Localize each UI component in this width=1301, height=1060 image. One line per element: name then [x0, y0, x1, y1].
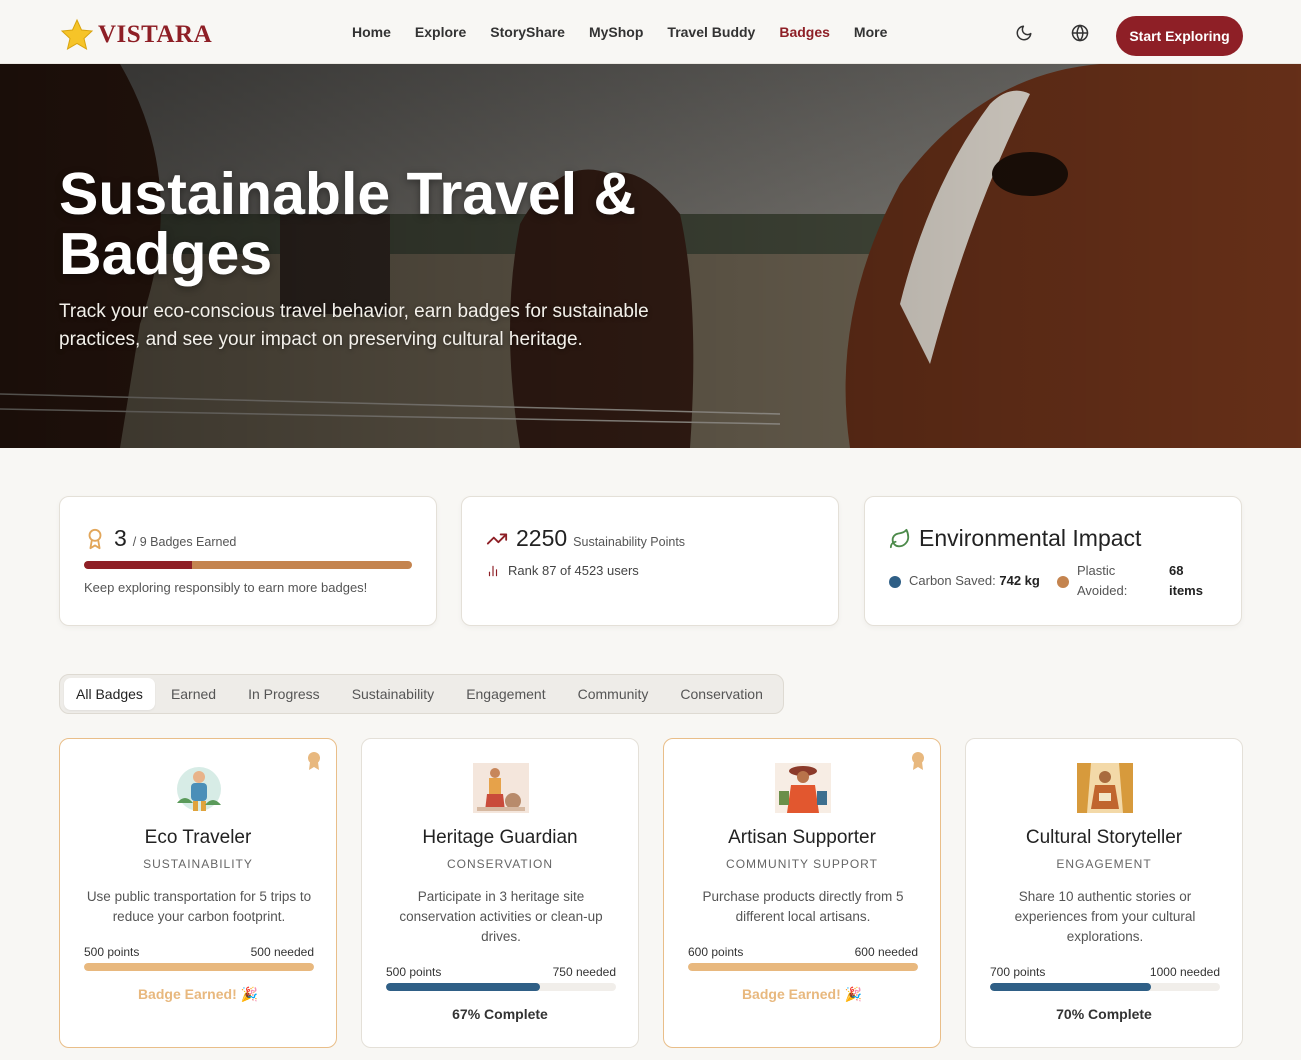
badge-progress-bar [688, 963, 918, 971]
badge-earned-label: Badge Earned! 🎉 [137, 986, 259, 1002]
badge-points: 600 points [688, 945, 744, 959]
badge-progress-bar [386, 983, 616, 991]
badge-card-cultural-storyteller[interactable]: Cultural Storyteller ENGAGEMENT Share 10… [965, 738, 1243, 1048]
carbon-value: 742 kg [999, 573, 1040, 588]
plastic-label-line2: Avoided: [1077, 583, 1128, 598]
badges-total-label: / 9 Badges Earned [132, 535, 237, 549]
impact-title: Environmental Impact [919, 525, 1142, 551]
badges-earned-card: 3 / 9 Badges Earned Keep exploring respo… [59, 496, 437, 626]
sustainability-points-card: 2250 Sustainability Points Rank 87 of 45… [461, 496, 839, 626]
hero-subtitle: Track your eco-conscious travel behavior… [59, 301, 649, 350]
award-icon [88, 528, 102, 549]
artisan-supporter-illustration [775, 763, 831, 813]
badge-points: 500 points [84, 945, 140, 959]
plastic-value-line2: items [1169, 583, 1203, 598]
badge-needed: 600 needed [854, 945, 918, 959]
eco-traveler-illustration [177, 767, 221, 811]
badge-progress-fill [84, 963, 314, 971]
badge-description: Use public transportation for 5 trips to… [86, 889, 312, 924]
points-value: 2250 [516, 525, 568, 551]
nav-link-storyshare[interactable]: StoryShare [478, 24, 577, 40]
earned-ribbon-icon [308, 752, 320, 770]
leaf-icon [889, 528, 910, 548]
carbon-dot [889, 576, 901, 588]
badge-description: Participate in 3 heritage site conservat… [399, 889, 603, 944]
badge-complete-label: 67% Complete [452, 1006, 548, 1022]
badges-note: Keep exploring responsibly to earn more … [84, 580, 368, 595]
globe-icon[interactable] [1071, 24, 1089, 42]
badge-card-eco-traveler[interactable]: Eco Traveler SUSTAINABILITY Use public t… [59, 738, 337, 1048]
badge-progress-fill [990, 983, 1151, 991]
carbon-label: Carbon Saved: [909, 573, 996, 588]
badge-progress-bar [990, 983, 1220, 991]
nav-link-myshop[interactable]: MyShop [577, 24, 655, 40]
plastic-label: Plastic Avoided: [1077, 561, 1127, 601]
carbon-saved: Carbon Saved: 742 kg [909, 571, 1040, 591]
environmental-impact-card: Environmental Impact Carbon Saved: 742 k… [864, 496, 1242, 626]
badge-category: ENGAGEMENT [1056, 857, 1152, 871]
rank-text: Rank 87 of 4523 users [508, 563, 639, 578]
badge-needed: 750 needed [552, 965, 616, 979]
hero-banner: Sustainable Travel & Badges Track your e… [0, 64, 1301, 448]
top-navbar: VISTARA Home Explore StoryShare MyShop T… [0, 0, 1301, 64]
badge-category: SUSTAINABILITY [143, 857, 253, 871]
tab-sustainability[interactable]: Sustainability [336, 678, 451, 710]
cultural-storyteller-illustration [1077, 763, 1133, 813]
badge-card-artisan-supporter[interactable]: Artisan Supporter COMMUNITY SUPPORT Purc… [663, 738, 941, 1048]
badge-points: 500 points [386, 965, 442, 979]
badge-category: CONSERVATION [446, 857, 553, 871]
badge-description: Share 10 authentic stories or experience… [1014, 889, 1196, 944]
logo-text: VISTARA [98, 21, 213, 48]
plastic-value-line1: 68 [1169, 563, 1184, 578]
nav-links: Home Explore StoryShare MyShop Travel Bu… [340, 0, 899, 64]
heritage-guardian-illustration [473, 763, 529, 813]
plastic-value: 68 items [1169, 561, 1203, 601]
badge-earned-label: Badge Earned! 🎉 [741, 986, 863, 1002]
badges-earned-count: 3 [114, 525, 127, 551]
badge-name: Artisan Supporter [728, 827, 876, 848]
tab-in-progress[interactable]: In Progress [232, 678, 336, 710]
hero-title: Sustainable Travel & Badges [59, 161, 637, 287]
bar-chart-icon [488, 565, 498, 576]
badge-description: Purchase products directly from 5 differ… [702, 889, 904, 924]
impact-metrics: Carbon Saved: 742 kg Plastic Avoided: 68 i… [889, 563, 1229, 603]
badge-progress-bar [84, 963, 314, 971]
nav-link-more[interactable]: More [842, 24, 899, 40]
tab-all-badges[interactable]: All Badges [64, 678, 155, 710]
nav-link-travel-buddy[interactable]: Travel Buddy [655, 24, 767, 40]
badge-name: Eco Traveler [144, 827, 252, 848]
plastic-label-line1: Plastic [1077, 563, 1116, 578]
badge-name: Cultural Storyteller [1025, 827, 1183, 848]
tab-conservation[interactable]: Conservation [664, 678, 779, 710]
nav-link-home[interactable]: Home [340, 24, 403, 40]
badge-points: 700 points [990, 965, 1046, 979]
tab-earned[interactable]: Earned [155, 678, 232, 710]
badge-progress-fill [688, 963, 918, 971]
nav-link-explore[interactable]: Explore [403, 24, 478, 40]
badge-progress-fill [386, 983, 541, 991]
badge-filter-tabs: All Badges Earned In Progress Sustainabi… [59, 674, 784, 714]
badge-needed: 500 needed [250, 945, 314, 959]
start-exploring-button[interactable]: Start Exploring [1116, 16, 1243, 56]
star-logo-icon [60, 18, 94, 51]
logo[interactable]: VISTARA [60, 18, 212, 52]
points-label: Sustainability Points [573, 535, 686, 549]
trending-up-icon [486, 533, 508, 544]
tab-community[interactable]: Community [562, 678, 665, 710]
plastic-dot [1057, 576, 1069, 588]
earned-ribbon-icon [912, 752, 924, 770]
badge-complete-label: 70% Complete [1056, 1006, 1152, 1022]
badges-progress-fill [84, 561, 193, 569]
moon-icon[interactable] [1015, 24, 1033, 42]
badge-needed: 1000 needed [1149, 965, 1220, 979]
badge-name: Heritage Guardian [422, 827, 578, 848]
nav-link-badges[interactable]: Badges [767, 24, 842, 40]
badge-category: COMMUNITY SUPPORT [726, 857, 878, 871]
badges-progress-bar [84, 561, 412, 569]
badge-card-heritage-guardian[interactable]: Heritage Guardian CONSERVATION Participa… [361, 738, 639, 1048]
tab-engagement[interactable]: Engagement [450, 678, 561, 710]
